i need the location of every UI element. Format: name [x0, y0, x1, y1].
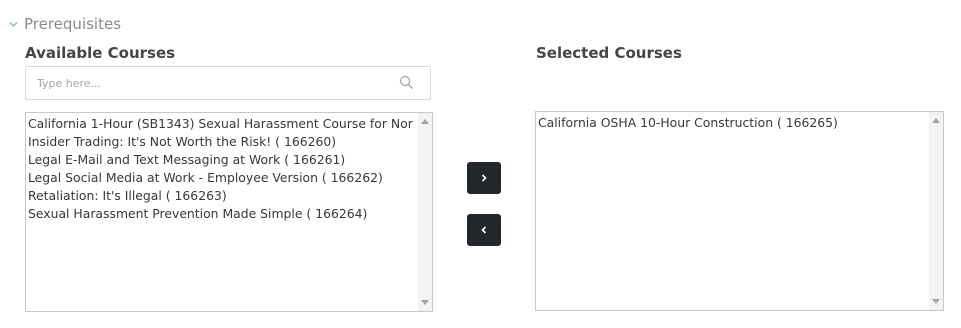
scroll-down-arrow-icon[interactable] — [932, 299, 940, 304]
list-item[interactable]: Retaliation: It's Illegal ( 166263) — [26, 187, 418, 205]
list-item[interactable]: California 1-Hour (SB1343) Sexual Harass… — [26, 115, 418, 133]
add-course-button[interactable] — [467, 162, 501, 194]
list-item[interactable]: Legal Social Media at Work - Employee Ve… — [26, 169, 418, 187]
scroll-up-arrow-icon[interactable] — [421, 119, 429, 124]
list-item[interactable]: Sexual Harassment Prevention Made Simple… — [26, 205, 418, 223]
selected-courses-items: California OSHA 10-Hour Construction ( 1… — [536, 112, 929, 310]
chevron-right-icon — [481, 174, 487, 182]
list-item[interactable]: California OSHA 10-Hour Construction ( 1… — [536, 114, 929, 132]
remove-course-button[interactable] — [467, 214, 501, 246]
available-courses-list[interactable]: California 1-Hour (SB1343) Sexual Harass… — [25, 112, 433, 312]
selected-courses-list[interactable]: California OSHA 10-Hour Construction ( 1… — [535, 111, 944, 311]
available-list-scrollbar[interactable] — [418, 113, 432, 311]
selected-courses-title: Selected Courses — [536, 44, 682, 62]
scroll-up-arrow-icon[interactable] — [932, 118, 940, 123]
search-box — [25, 66, 431, 100]
prerequisites-section-toggle[interactable]: Prerequisites — [8, 14, 121, 34]
scroll-down-arrow-icon[interactable] — [421, 300, 429, 305]
chevron-down-icon — [9, 21, 18, 27]
list-item[interactable]: Legal E-Mail and Text Messaging at Work … — [26, 151, 418, 169]
selected-list-scrollbar[interactable] — [929, 112, 943, 310]
search-input[interactable] — [26, 67, 397, 99]
section-title: Prerequisites — [24, 15, 122, 33]
search-icon[interactable] — [399, 75, 414, 90]
list-item[interactable]: Insider Trading: It's Not Worth the Risk… — [26, 133, 418, 151]
prerequisites-panel: Prerequisites Available Courses Selected… — [0, 0, 961, 328]
chevron-left-icon — [481, 226, 487, 234]
available-courses-items: California 1-Hour (SB1343) Sexual Harass… — [26, 113, 418, 311]
available-courses-title: Available Courses — [25, 44, 176, 62]
